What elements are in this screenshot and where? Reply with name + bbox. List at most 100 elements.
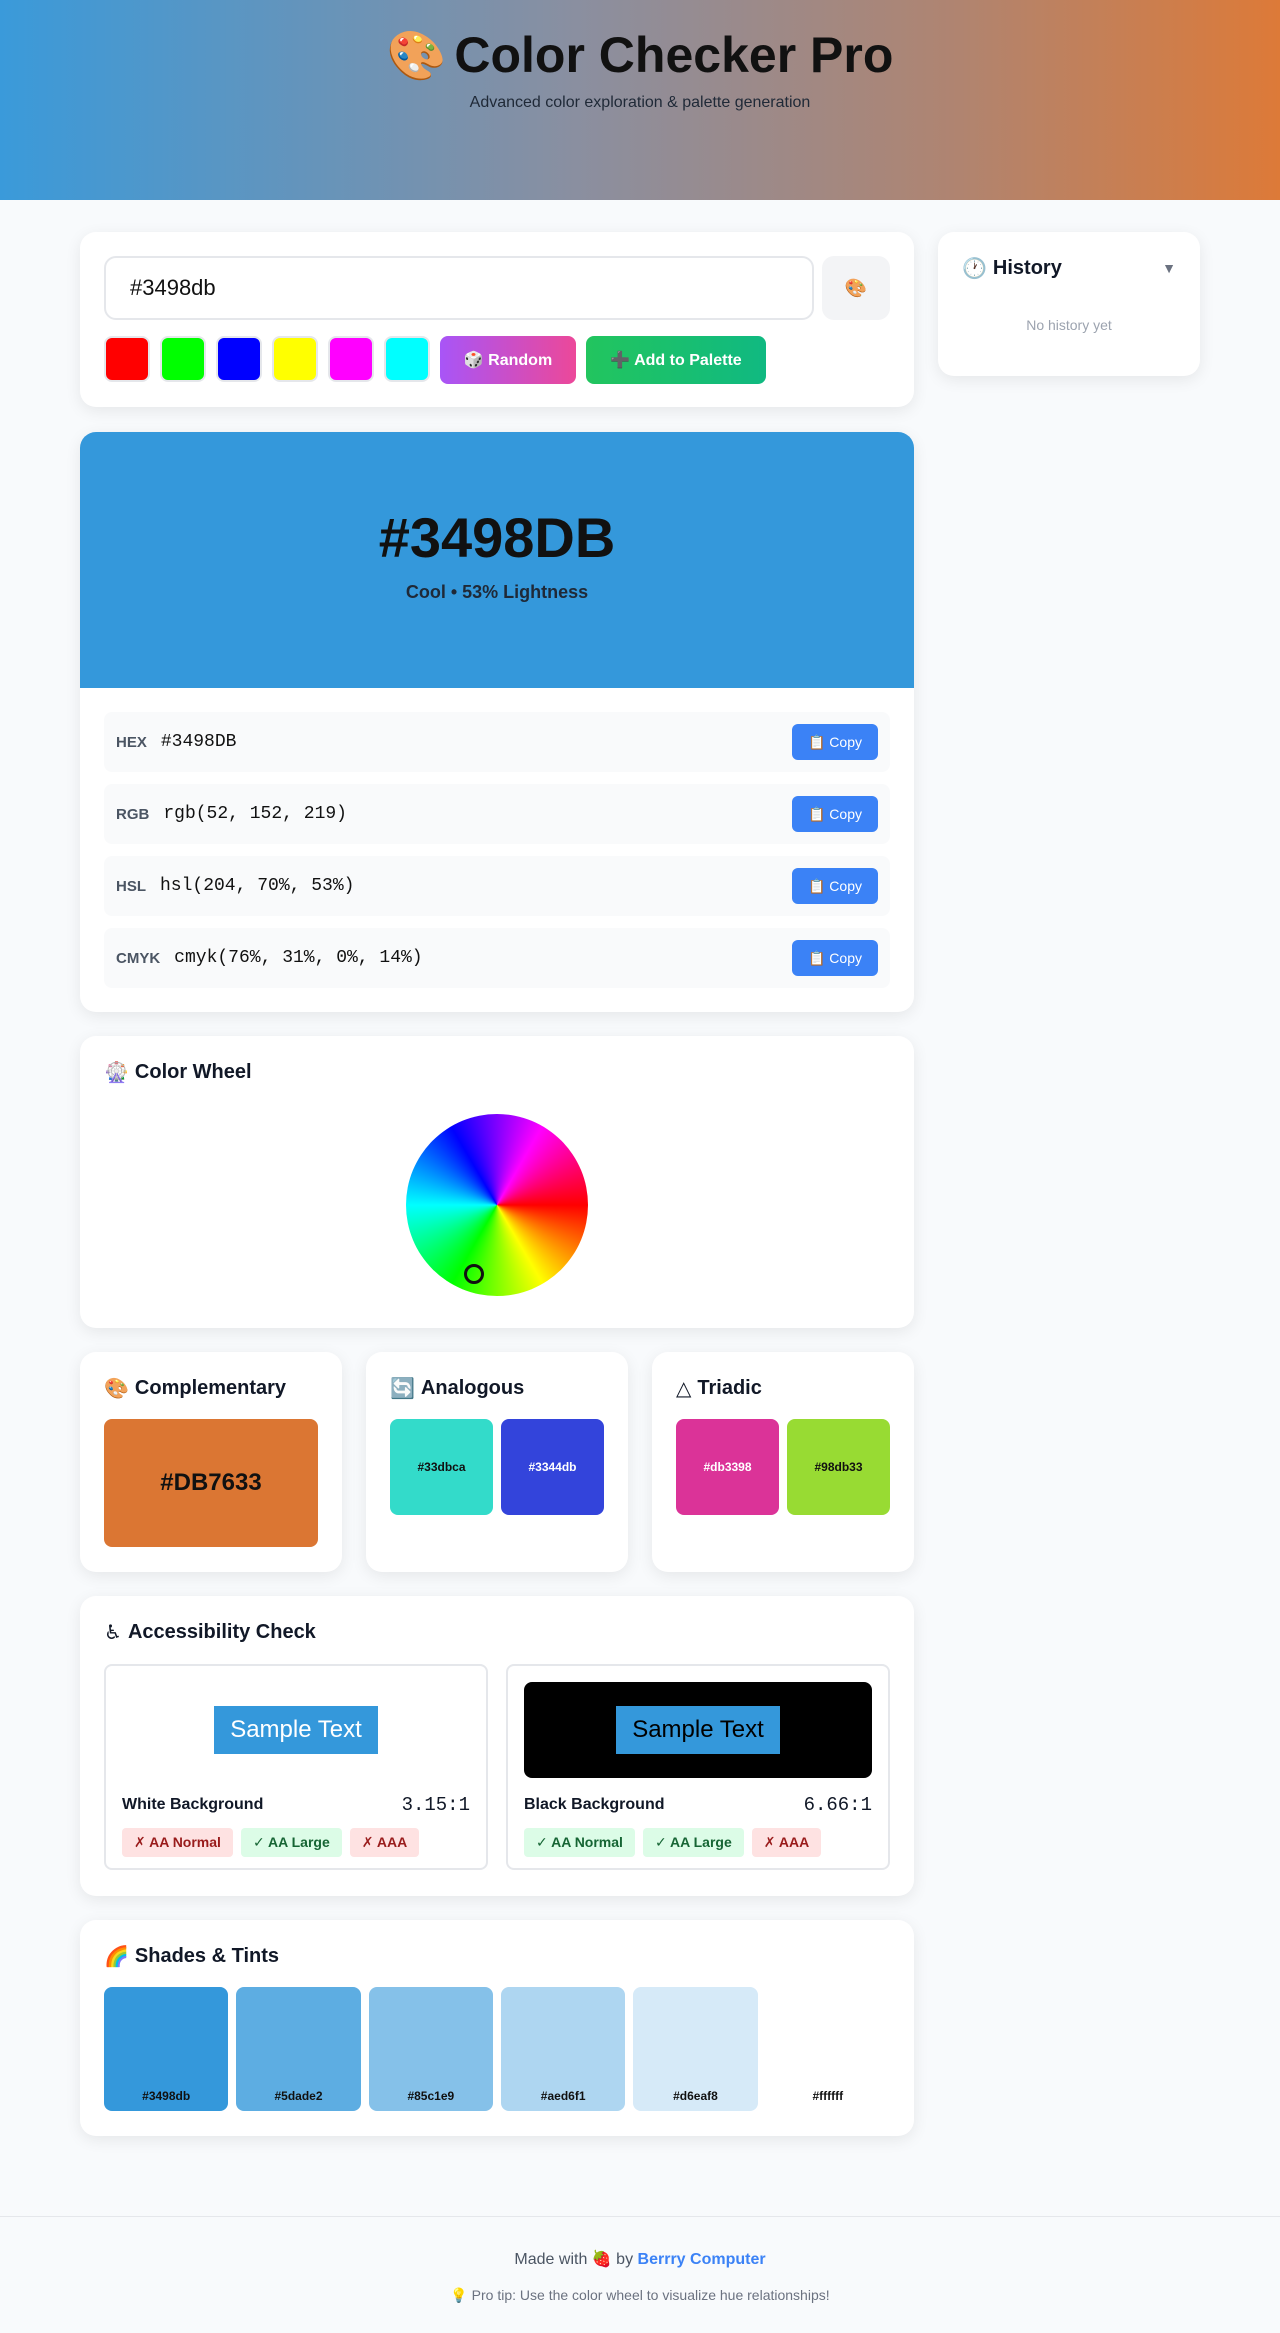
shades-tints-card: 🌈 Shades & Tints #3498db #5dade2 #85c1e9… (80, 1920, 914, 2136)
shades-title-text: Shades & Tints (134, 1945, 280, 1967)
format-value: #3498DB (160, 732, 237, 752)
palette-icon: 🎨 (844, 277, 868, 298)
ferris-wheel-icon: 🎡 (104, 1062, 129, 1084)
color-wheel-title-text: Color Wheel (134, 1061, 252, 1083)
format-row-hex: HEX #3498DB 📋 Copy (104, 712, 890, 772)
copy-rgb-button[interactable]: 📋 Copy (792, 796, 878, 832)
color-wheel[interactable] (406, 1114, 588, 1296)
preset-swatch-blue[interactable] (216, 336, 262, 382)
color-preview-swatch: #3498DB Cool • 53% Lightness (80, 432, 914, 688)
preset-swatch-green[interactable] (160, 336, 206, 382)
sample-text-on-white: Sample Text (214, 1706, 378, 1754)
accessibility-card: ♿ Accessibility Check Sample Text White … (80, 1596, 914, 1896)
format-row-hsl: HSL hsl(204, 70%, 53%) 📋 Copy (104, 856, 890, 916)
clock-icon: 🕐 (962, 258, 987, 280)
wcag-badge: ✓ AA Large (642, 1828, 744, 1857)
format-row-rgb: RGB rgb(52, 152, 219) 📋 Copy (104, 784, 890, 844)
contrast-ratio: 3.15:1 (401, 1794, 470, 1816)
shade-swatch[interactable]: #aed6f1 (500, 1987, 626, 2111)
shade-swatch[interactable]: #3498db (104, 1987, 229, 2111)
brand-link[interactable]: Berrry Computer (638, 2251, 766, 2268)
cycle-arrows-icon: 🔄 (390, 1378, 415, 1400)
analogous-card: 🔄 Analogous #33dbca #3344db (366, 1352, 628, 1572)
preset-swatch-yellow[interactable] (272, 336, 318, 382)
complementary-title-text: Complementary (134, 1377, 287, 1399)
black-sample-area: Sample Text (524, 1682, 872, 1778)
app-subtitle: Advanced color exploration & palette gen… (469, 94, 811, 111)
wcag-badge: ✗ AA Normal (122, 1828, 233, 1857)
preset-row: 🎲 Random ➕ Add to Palette (104, 336, 766, 384)
shade-swatch[interactable]: #d6eaf8 (633, 1987, 758, 2111)
wheelchair-icon: ♿ (104, 1622, 122, 1644)
format-label: CMYK (116, 949, 161, 967)
wcag-badge: ✓ AA Large (240, 1828, 342, 1857)
strawberry-icon: 🍓 (591, 2251, 612, 2268)
sample-text-on-black: Sample Text (616, 1706, 780, 1754)
history-panel: 🕐 History ▼ No history yet (938, 232, 1200, 376)
contrast-row: White Background 3.15:1 (122, 1794, 470, 1816)
color-wheel-card: 🎡 Color Wheel (80, 1036, 914, 1328)
preset-swatch-red[interactable] (104, 336, 150, 382)
preset-swatch-cyan[interactable] (384, 336, 430, 382)
format-value: cmyk(76%, 31%, 0%, 14%) (174, 948, 423, 968)
analogous-title-text: Analogous (420, 1377, 525, 1399)
complementary-card: 🎨 Complementary #DB7633 (80, 1352, 342, 1572)
white-background-panel: Sample Text White Background 3.15:1 ✗ AA… (104, 1664, 488, 1870)
triadic-title: △ Triadic (676, 1376, 890, 1401)
wcag-badge: ✗ AAA (751, 1828, 822, 1857)
footer-credit: Made with 🍓 by Berrry Computer (0, 2249, 1280, 2269)
triadic-swatch[interactable]: #98db33 (787, 1419, 890, 1515)
history-title-text: History (992, 257, 1062, 279)
preview-hex-value: #3498DB (378, 506, 616, 569)
rainbow-icon: 🌈 (104, 1946, 129, 1968)
history-empty-message: No history yet (1026, 317, 1112, 333)
wcag-badges: ✗ AA Normal ✓ AA Large ✗ AAA (122, 1828, 470, 1857)
complementary-swatch[interactable]: #DB7633 (104, 1419, 318, 1547)
preset-swatch-magenta[interactable] (328, 336, 374, 382)
wheel-selection-marker[interactable] (464, 1264, 484, 1284)
white-sample-area: Sample Text (122, 1682, 470, 1778)
copy-hex-button[interactable]: 📋 Copy (792, 724, 878, 760)
palette-logo-icon: 🎨 (386, 30, 447, 83)
app-title: 🎨 Color Checker Pro (0, 24, 1280, 88)
analogous-title: 🔄 Analogous (390, 1376, 604, 1401)
analogous-swatch[interactable]: #3344db (501, 1419, 604, 1515)
triangle-icon: △ (676, 1378, 692, 1400)
app-header: 🎨 Color Checker Pro Advanced color explor… (0, 0, 1280, 200)
triadic-card: △ Triadic #db3398 #98db33 (652, 1352, 914, 1572)
copy-hsl-button[interactable]: 📋 Copy (792, 868, 878, 904)
color-input-card: 🎨 🎲 Random ➕ Add to Palette (80, 232, 914, 407)
preview-description: Cool • 53% Lightness (405, 582, 589, 602)
contrast-ratio: 6.66:1 (803, 1794, 872, 1816)
analogous-swatches: #33dbca #3344db (390, 1419, 604, 1515)
made-with-text: Made with (514, 2251, 588, 2268)
shade-swatch[interactable]: #5dade2 (236, 1987, 361, 2111)
shade-swatch[interactable]: #85c1e9 (368, 1987, 493, 2111)
contrast-row: Black Background 6.66:1 (524, 1794, 872, 1816)
add-to-palette-button[interactable]: ➕ Add to Palette (586, 336, 766, 384)
shades-title: 🌈 Shades & Tints (104, 1944, 890, 1969)
wcag-badge: ✗ AAA (349, 1828, 420, 1857)
color-picker-button[interactable]: 🎨 (822, 256, 890, 320)
triadic-swatch[interactable]: #db3398 (676, 1419, 779, 1515)
color-format-list: HEX #3498DB 📋 Copy RGB rgb(52, 152, 219)… (80, 688, 914, 1012)
pro-tip: 💡 Pro tip: Use the color wheel to visual… (450, 2287, 830, 2303)
history-title: 🕐 History (962, 256, 1176, 281)
random-color-button[interactable]: 🎲 Random (440, 336, 576, 384)
black-background-panel: Sample Text Black Background 6.66:1 ✓ AA… (506, 1664, 890, 1870)
hex-color-input[interactable] (104, 256, 814, 320)
accessibility-title: ♿ Accessibility Check (104, 1620, 890, 1645)
history-toggle-chevron-icon[interactable]: ▼ (1162, 260, 1176, 276)
format-row-cmyk: CMYK cmyk(76%, 31%, 0%, 14%) 📋 Copy (104, 928, 890, 988)
complementary-title: 🎨 Complementary (104, 1376, 318, 1401)
accessibility-title-text: Accessibility Check (127, 1621, 316, 1643)
wcag-badge: ✓ AA Normal (524, 1828, 635, 1857)
color-preview-card: #3498DB Cool • 53% Lightness HEX #3498DB… (80, 432, 914, 1012)
app-title-text: Color Checker Pro (454, 27, 894, 83)
format-label: HSL (116, 877, 146, 895)
format-label: RGB (116, 805, 150, 823)
format-value: rgb(52, 152, 219) (163, 804, 347, 824)
shade-swatch[interactable]: #ffffff (765, 1987, 890, 2111)
analogous-swatch[interactable]: #33dbca (390, 1419, 493, 1515)
copy-cmyk-button[interactable]: 📋 Copy (792, 940, 878, 976)
